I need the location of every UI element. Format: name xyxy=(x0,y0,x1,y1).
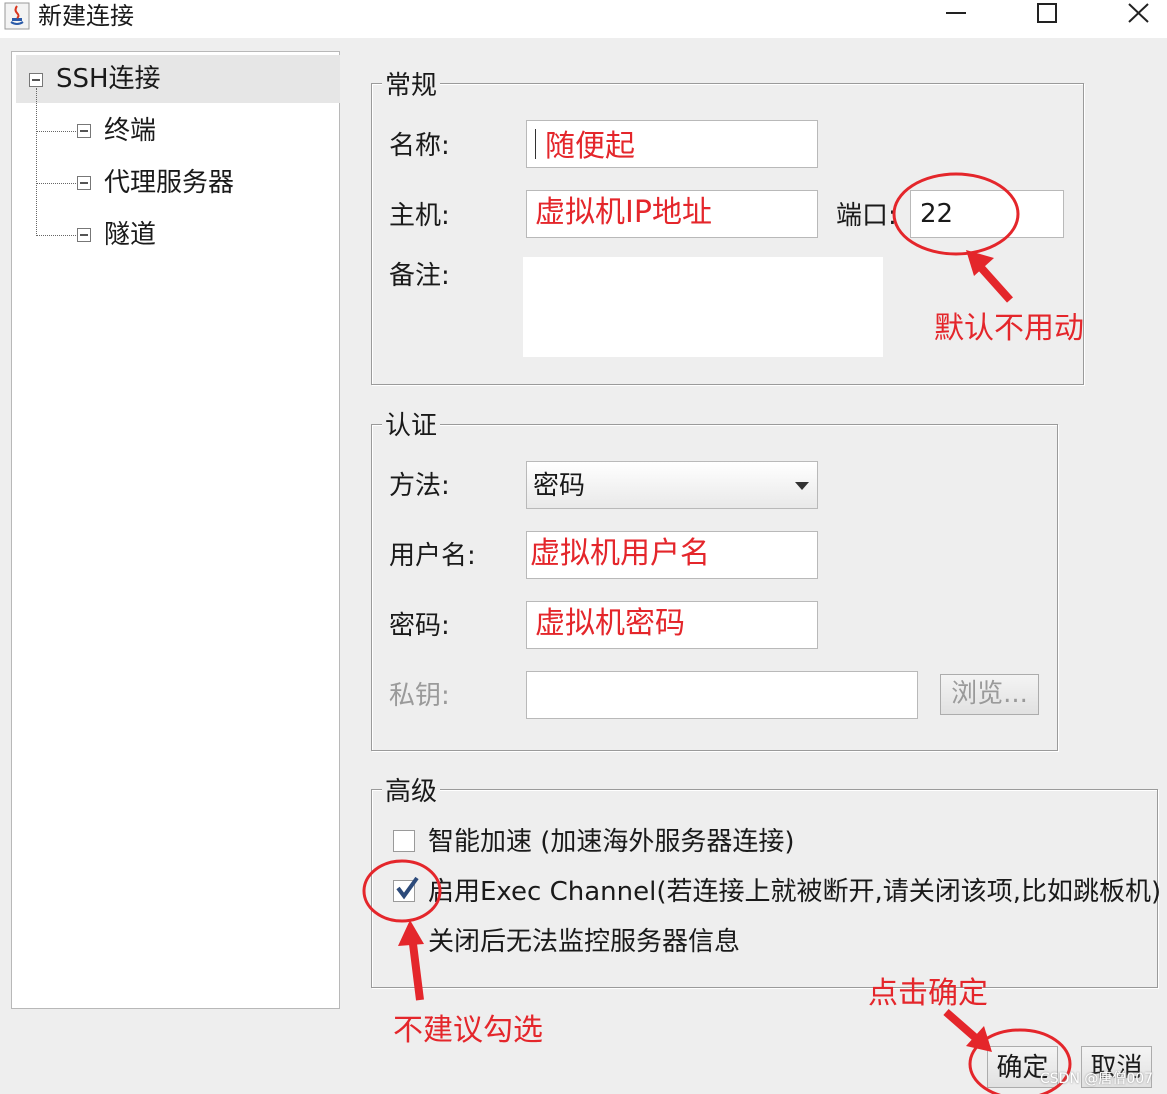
annotation-overlay xyxy=(362,172,1072,1094)
exec-annotation: 不建议勾选 xyxy=(393,1013,543,1048)
exec-arrow-head xyxy=(398,920,424,946)
watermark: CSDN @唐僧007 xyxy=(1040,1071,1154,1087)
port-circle xyxy=(892,172,1020,256)
port-annotation: 默认不用动 xyxy=(934,311,1084,346)
exec-circle xyxy=(362,859,442,923)
exec-arrow xyxy=(408,935,424,1001)
ok-arrow xyxy=(943,1008,981,1044)
ok-annotation: 点击确定 xyxy=(868,976,988,1011)
